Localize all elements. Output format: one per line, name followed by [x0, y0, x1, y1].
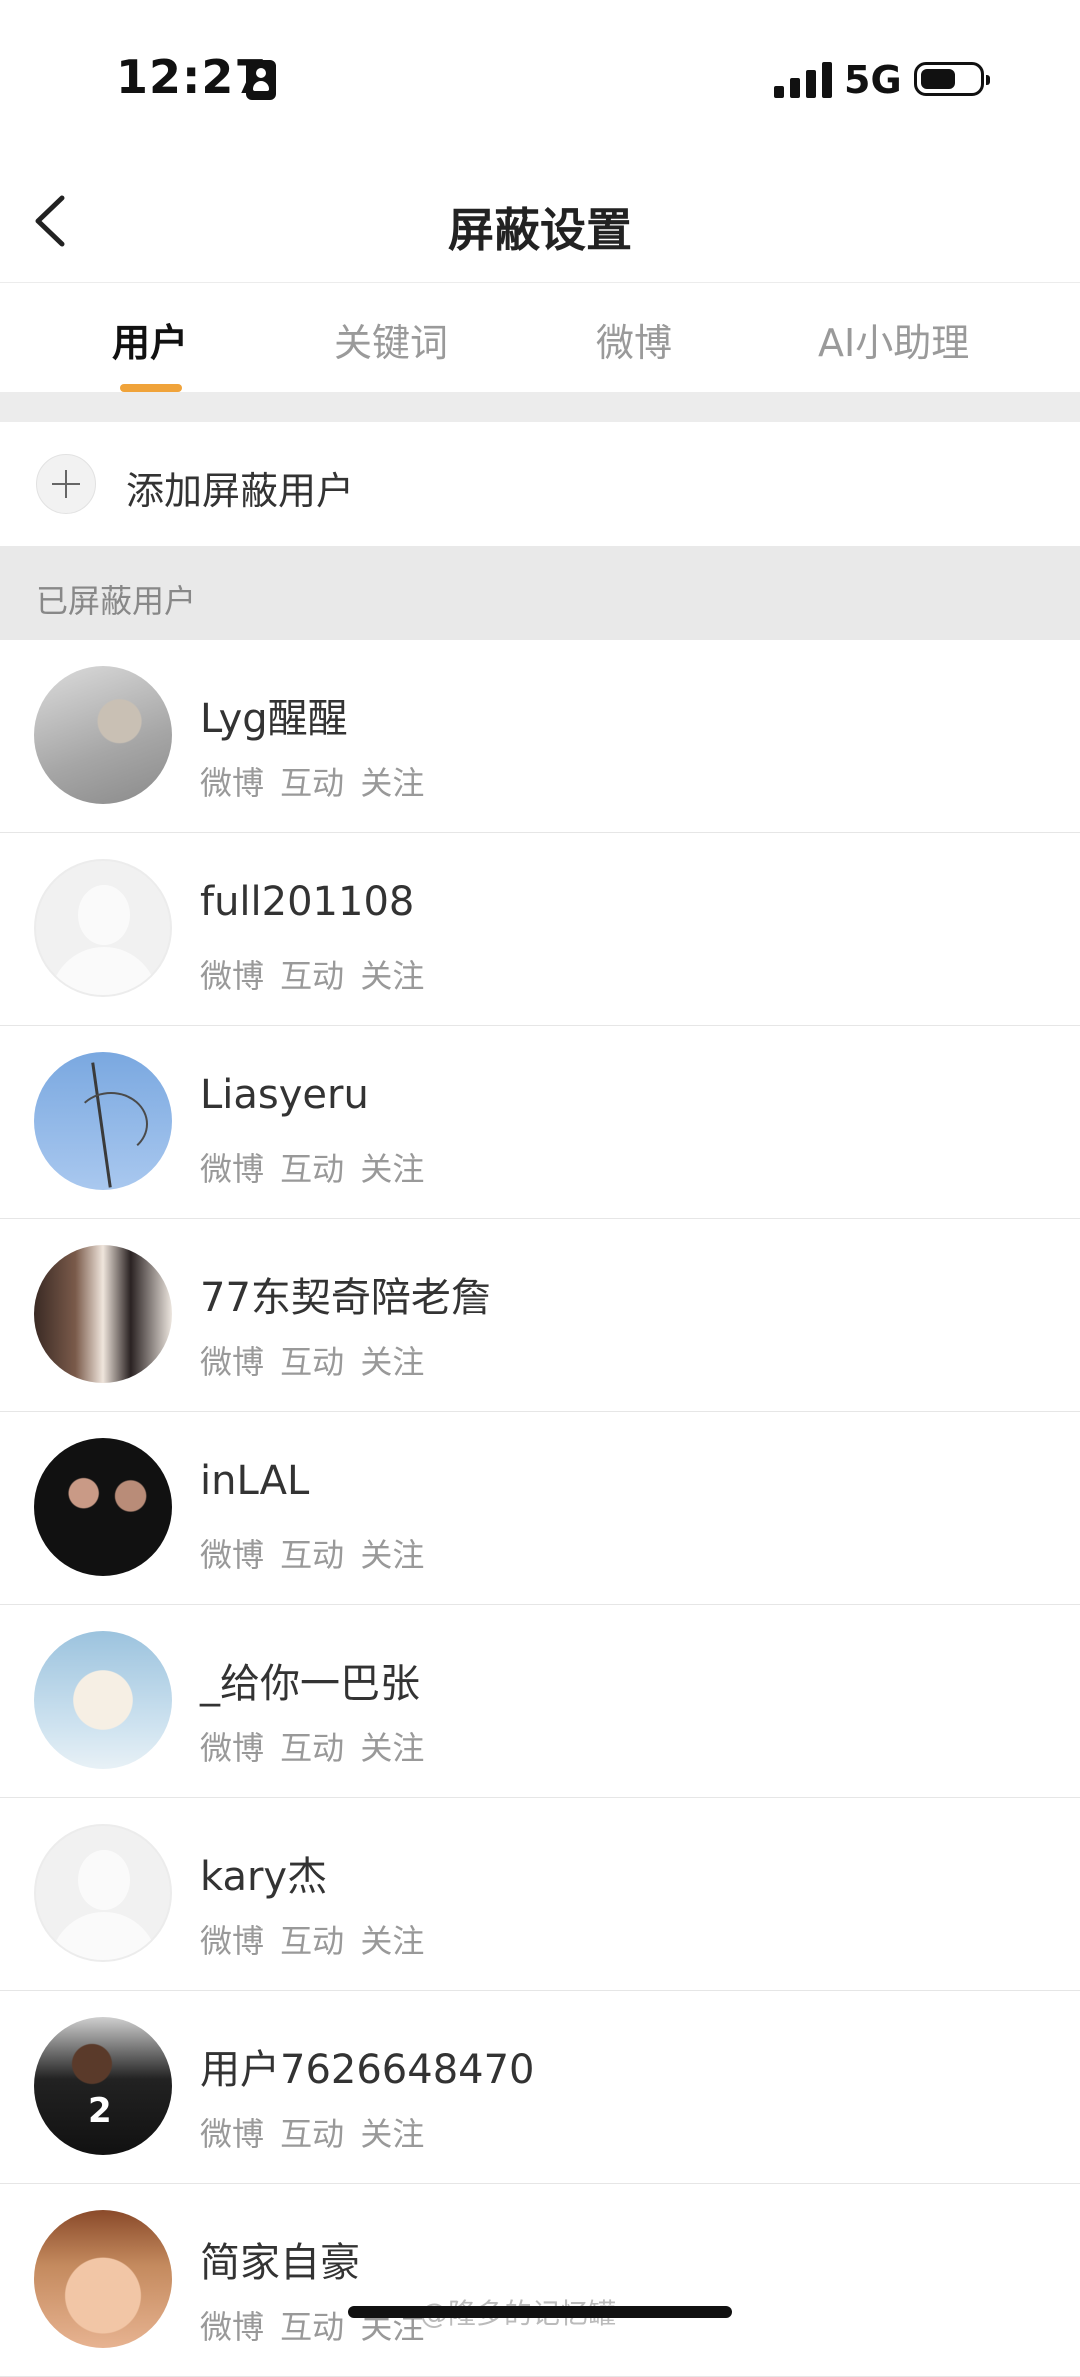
avatar[interactable]	[34, 2210, 172, 2348]
block-scope: 微博 互动 关注	[200, 957, 425, 995]
list-item[interactable]: 用户7626648470 微博 互动 关注	[0, 1991, 1080, 2184]
plus-icon	[36, 454, 96, 514]
user-name[interactable]: Lyg醒醒	[200, 686, 348, 744]
block-scope: 微博 互动 关注	[200, 2115, 425, 2153]
block-scope: 微博 互动 关注	[200, 764, 425, 802]
contact-card-icon	[246, 60, 276, 100]
signal-icon	[774, 60, 832, 98]
tab-ai-assistant[interactable]: AI小助理	[818, 312, 969, 367]
user-name[interactable]: 77东契奇陪老詹	[200, 1265, 491, 1323]
section-header: 已屏蔽用户	[0, 546, 1080, 640]
active-tab-indicator	[120, 384, 182, 392]
tab-weibo[interactable]: 微博	[596, 312, 672, 367]
list-item[interactable]: 77东契奇陪老詹 微博 互动 关注	[0, 1219, 1080, 1412]
section-label: 已屏蔽用户	[36, 582, 197, 620]
list-item[interactable]: full201108 微博 互动 关注	[0, 833, 1080, 1026]
list-item[interactable]: 简家自豪 微博 互动 关注	[0, 2184, 1080, 2377]
block-scope: 微博 互动 关注	[200, 1150, 425, 1188]
list-item[interactable]: Lyg醒醒 微博 互动 关注	[0, 640, 1080, 833]
avatar[interactable]	[34, 1245, 172, 1383]
home-indicator[interactable]	[348, 2306, 732, 2318]
add-blocked-user-label: 添加屏蔽用户	[126, 469, 355, 513]
list-item[interactable]: kary杰 微博 互动 关注	[0, 1798, 1080, 1991]
tab-users[interactable]: 用户	[112, 312, 188, 367]
list-item[interactable]: inLAL 微博 互动 关注	[0, 1412, 1080, 1605]
status-time: 12:27	[116, 50, 268, 104]
user-name[interactable]: 简家自豪	[200, 2230, 360, 2288]
battery-icon	[914, 62, 990, 96]
user-name[interactable]: full201108	[200, 879, 414, 925]
list-item[interactable]: Liasyeru 微博 互动 关注	[0, 1026, 1080, 1219]
block-scope: 微博 互动 关注	[200, 1922, 425, 1960]
nav-bar: 屏蔽设置	[0, 160, 1080, 283]
tab-bar: 用户 关键词 微博 AI小助理	[0, 282, 1080, 392]
user-name[interactable]: inLAL	[200, 1458, 309, 1504]
avatar[interactable]	[34, 1438, 172, 1576]
block-scope: 微博 互动 关注	[200, 1536, 425, 1574]
block-scope: 微博 互动 关注	[200, 1729, 425, 1767]
list-item[interactable]: _给你一巴张 微博 互动 关注	[0, 1605, 1080, 1798]
avatar[interactable]	[34, 2017, 172, 2155]
user-name[interactable]: Liasyeru	[200, 1072, 369, 1118]
divider	[0, 392, 1080, 422]
user-name[interactable]: kary杰	[200, 1844, 327, 1902]
user-name[interactable]: 用户7626648470	[200, 2037, 535, 2095]
tab-keywords[interactable]: 关键词	[334, 312, 448, 367]
avatar[interactable]	[34, 1052, 172, 1190]
avatar[interactable]	[34, 666, 172, 804]
user-name[interactable]: _给你一巴张	[200, 1651, 420, 1709]
avatar[interactable]	[34, 1631, 172, 1769]
block-scope: 微博 互动 关注	[200, 1343, 425, 1381]
avatar[interactable]	[34, 1824, 172, 1962]
add-blocked-user-button[interactable]: 添加屏蔽用户	[0, 422, 1080, 546]
blocked-user-list: Lyg醒醒 微博 互动 关注 full201108 微博 互动 关注 Liasy…	[0, 640, 1080, 2377]
page-title: 屏蔽设置	[448, 203, 632, 257]
network-type: 5G	[844, 58, 902, 102]
avatar[interactable]	[34, 859, 172, 997]
status-bar: 12:27 5G	[0, 0, 1080, 160]
